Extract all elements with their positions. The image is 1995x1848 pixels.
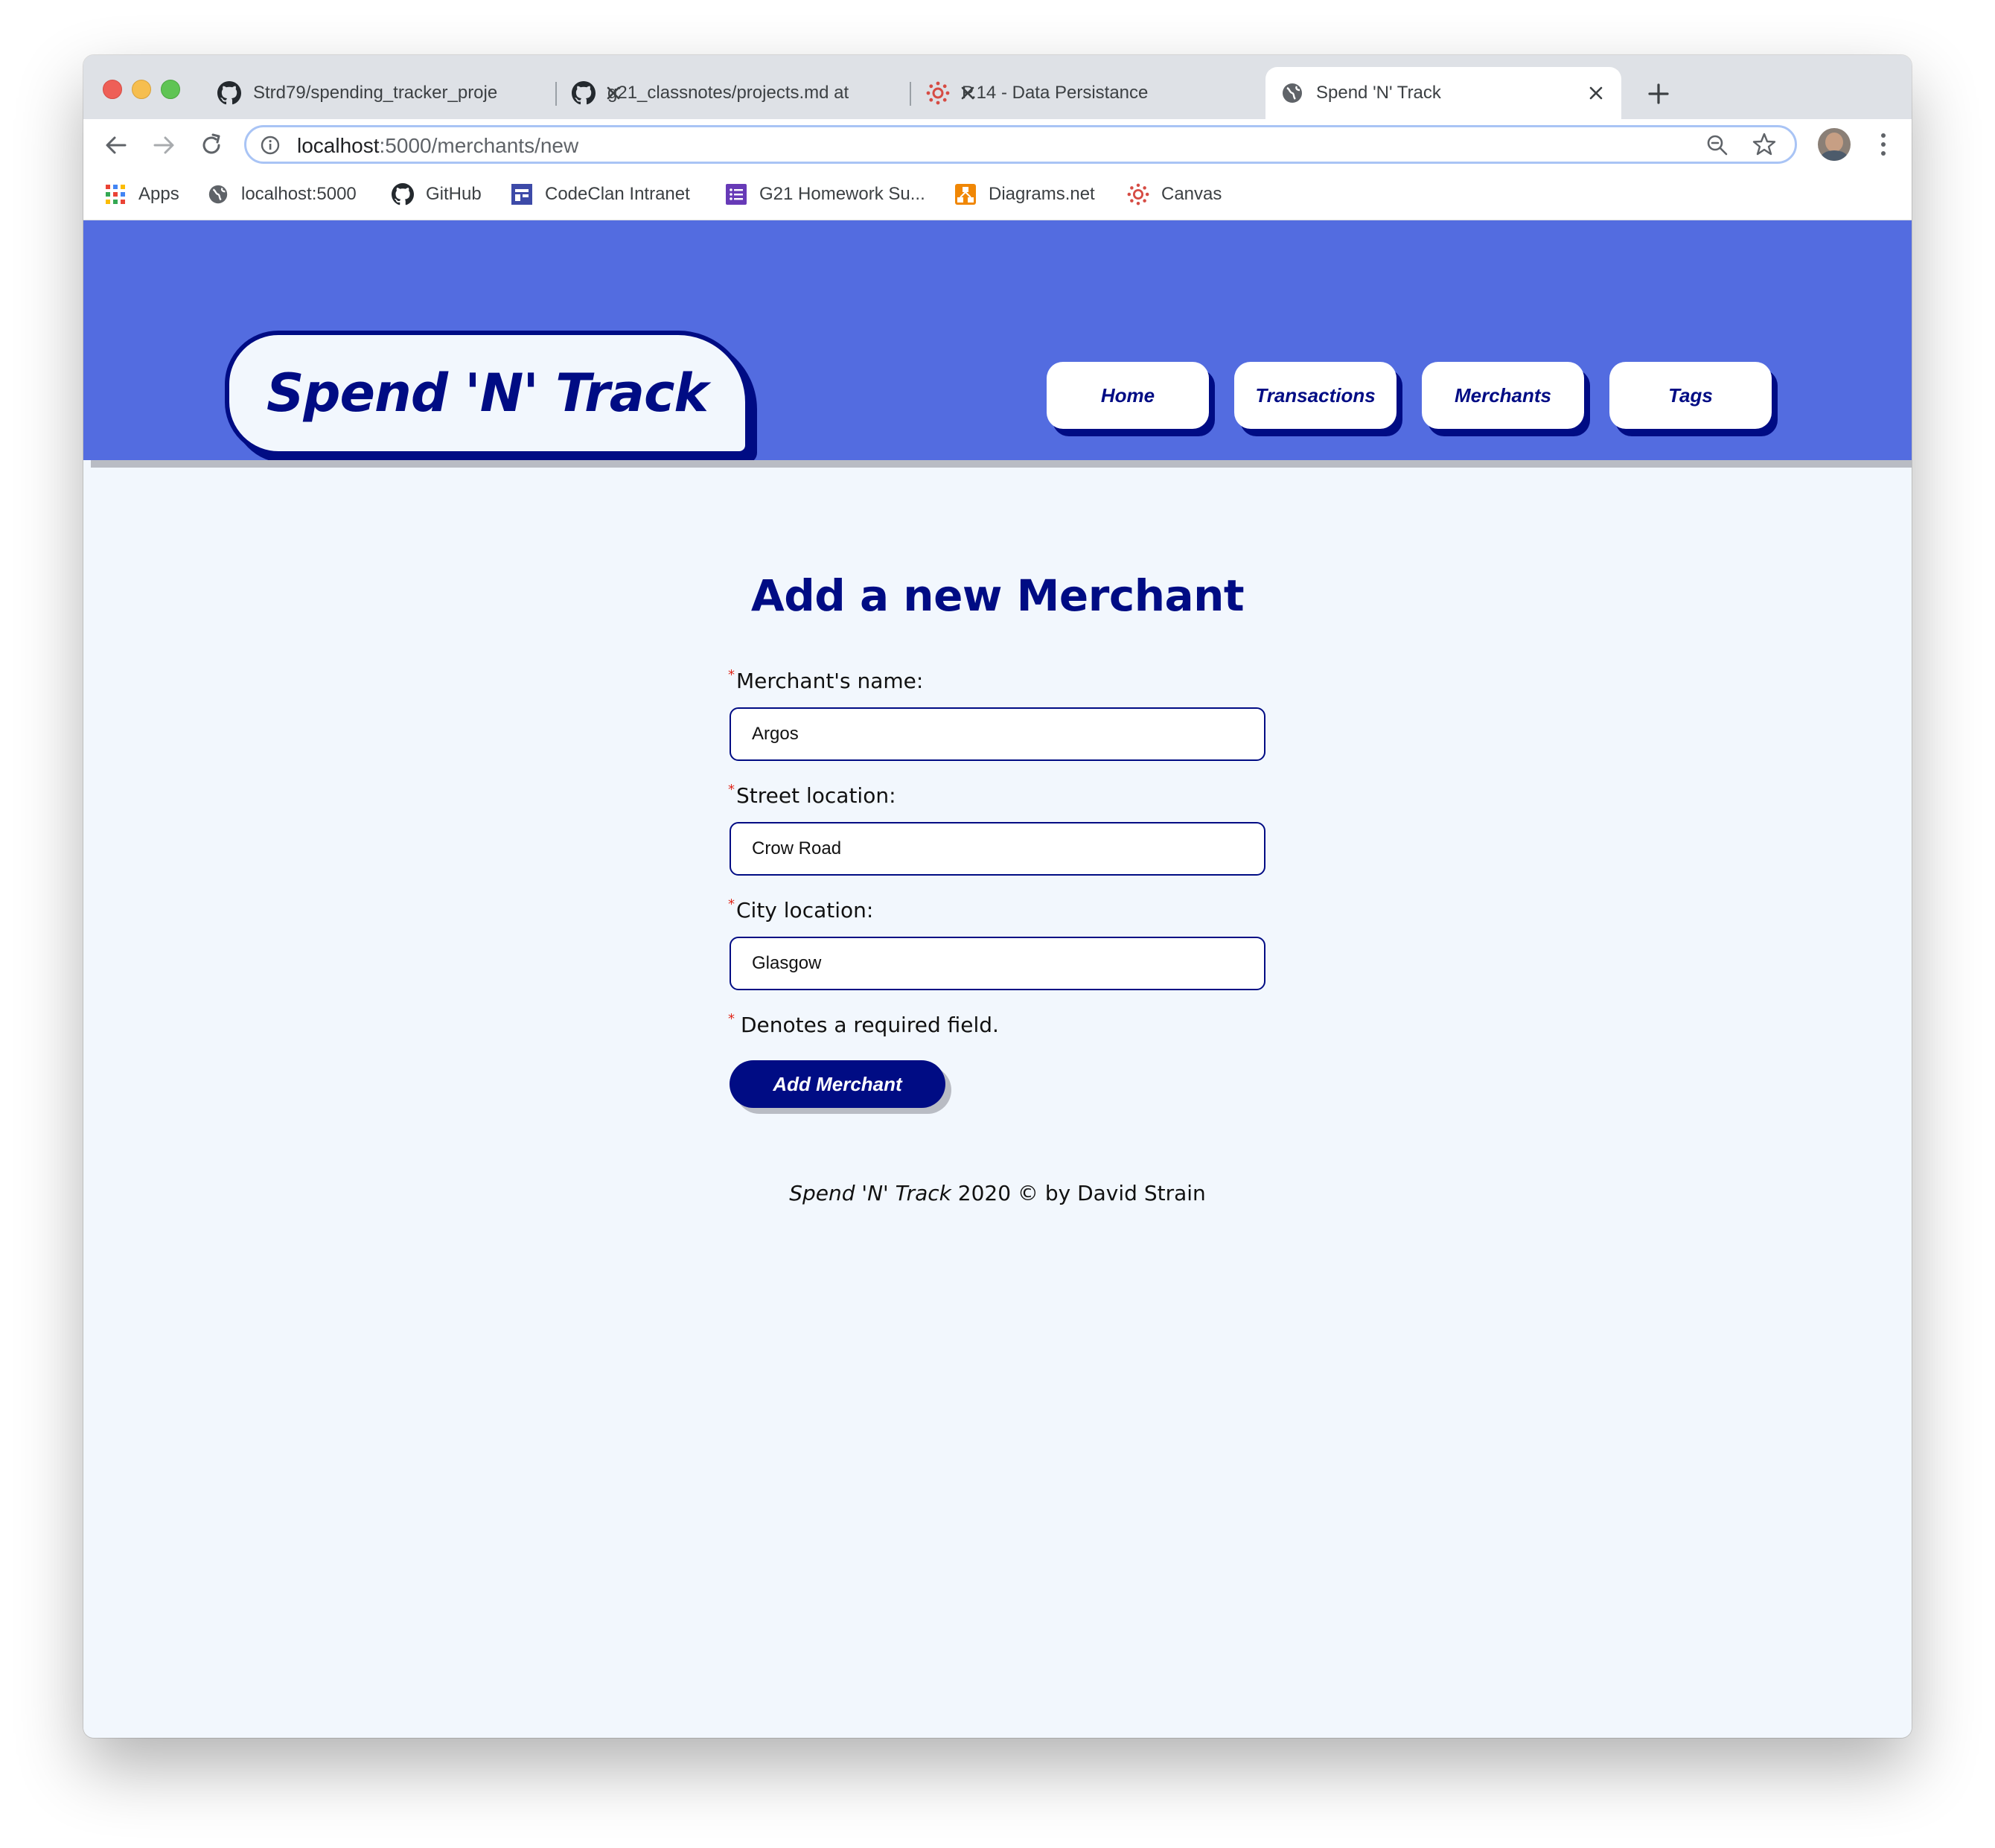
diagrams-icon xyxy=(955,184,976,205)
new-tab-icon[interactable] xyxy=(1644,79,1673,109)
bookmark-label: localhost:5000 xyxy=(241,184,357,204)
close-icon[interactable] xyxy=(1586,83,1606,103)
bookmark-label: Apps xyxy=(138,184,179,204)
city-location-label: *City location: xyxy=(728,896,874,923)
kebab-menu-icon[interactable] xyxy=(1877,130,1889,159)
header-divider xyxy=(91,460,1912,468)
tab-title: Strd79/spending_tracker_proje xyxy=(253,83,498,103)
minimize-window-button[interactable] xyxy=(132,80,151,99)
bookmark-codeclan-intranet[interactable]: CodeClan Intranet xyxy=(511,183,690,205)
tab-strip: Strd79/spending_tracker_proje g21_classn… xyxy=(83,55,1912,119)
address-bar[interactable]: localhost:5000/merchants/new xyxy=(244,125,1797,164)
bookmarks-bar: Apps localhost:5000 GitHub CodeClan Intr… xyxy=(83,171,1912,220)
zoom-window-button[interactable] xyxy=(161,80,180,99)
apps-grid-icon xyxy=(106,185,125,204)
bookmark-g21-homework[interactable]: G21 Homework Su... xyxy=(725,183,925,205)
site-footer: Spend 'N' Track 2020 © by David Strain xyxy=(83,1181,1912,1205)
forms-icon xyxy=(726,184,747,205)
nav-merchants: Merchants xyxy=(1422,362,1590,436)
bookmark-localhost[interactable]: localhost:5000 xyxy=(207,183,357,205)
info-icon[interactable] xyxy=(260,135,281,156)
bookmark-label: Diagrams.net xyxy=(989,184,1095,204)
url-text: localhost:5000/merchants/new xyxy=(297,134,578,158)
profile-avatar[interactable] xyxy=(1818,128,1851,161)
browser-window: Strd79/spending_tracker_proje g21_classn… xyxy=(83,55,1912,1738)
nav-tags-button[interactable]: Tags xyxy=(1609,362,1772,429)
required-marker: * xyxy=(728,1011,735,1027)
close-window-button[interactable] xyxy=(103,80,122,99)
bookmark-label: Canvas xyxy=(1161,184,1222,204)
bookmark-label: G21 Homework Su... xyxy=(759,184,925,204)
github-icon xyxy=(392,183,414,205)
tab-spend-n-track[interactable]: Spend 'N' Track xyxy=(1265,67,1621,119)
reload-icon[interactable] xyxy=(197,130,226,160)
footer-text: 2020 © by David Strain xyxy=(951,1181,1206,1205)
bookmark-apps[interactable]: Apps xyxy=(104,183,179,205)
zoom-icon[interactable] xyxy=(1705,133,1729,157)
add-merchant-button[interactable]: Add Merchant xyxy=(730,1060,945,1108)
required-field-note-text: Denotes a required field. xyxy=(741,1013,999,1037)
canvas-icon xyxy=(926,81,950,105)
required-field-note: * Denotes a required field. xyxy=(728,1011,999,1037)
required-marker: * xyxy=(728,782,735,797)
nav-home-button[interactable]: Home xyxy=(1047,362,1209,429)
globe-icon xyxy=(208,185,228,204)
back-arrow-icon[interactable] xyxy=(101,130,131,160)
site-logo[interactable]: Spend 'N' Track xyxy=(225,331,750,456)
page-content: Spend 'N' Track Home Transactions Mercha… xyxy=(83,220,1912,1738)
bookmark-canvas[interactable]: Canvas xyxy=(1127,183,1222,205)
street-location-label-text: Street location: xyxy=(736,783,896,808)
footer-brand: Spend 'N' Track xyxy=(789,1181,951,1205)
street-location-input[interactable] xyxy=(730,822,1265,876)
tab-title: Spend 'N' Track xyxy=(1316,83,1441,103)
nav-transactions-button[interactable]: Transactions xyxy=(1234,362,1396,429)
tab-title: P.14 - Data Persistance xyxy=(962,83,1149,103)
browser-toolbar: localhost:5000/merchants/new xyxy=(83,119,1912,171)
street-location-label: *Street location: xyxy=(728,782,896,808)
nav-merchants-button[interactable]: Merchants xyxy=(1422,362,1584,429)
nav-tags: Tags xyxy=(1609,362,1778,436)
required-marker: * xyxy=(728,667,735,683)
canvas-icon xyxy=(1127,183,1149,205)
tab-title: g21_classnotes/projects.md at xyxy=(607,83,849,103)
url-host: localhost xyxy=(297,134,380,157)
bookmark-diagrams[interactable]: Diagrams.net xyxy=(954,183,1095,205)
nav-transactions: Transactions xyxy=(1234,362,1402,436)
bookmark-github[interactable]: GitHub xyxy=(392,183,482,205)
forward-arrow-icon[interactable] xyxy=(149,130,179,160)
bookmark-star-icon[interactable] xyxy=(1752,132,1777,157)
intranet-icon xyxy=(511,184,532,205)
site-header: Spend 'N' Track Home Transactions Mercha… xyxy=(83,220,1912,463)
url-path: :5000/merchants/new xyxy=(379,134,579,157)
github-icon xyxy=(217,81,241,105)
bookmark-label: GitHub xyxy=(426,184,482,204)
merchant-name-label: *Merchant's name: xyxy=(728,667,924,693)
nav-home: Home xyxy=(1047,362,1215,436)
github-icon xyxy=(572,81,596,105)
screenshot-stage: Strd79/spending_tracker_proje g21_classn… xyxy=(0,0,1995,1848)
city-location-input[interactable] xyxy=(730,937,1265,990)
required-marker: * xyxy=(728,896,735,912)
merchant-name-input[interactable] xyxy=(730,707,1265,761)
bookmark-label: CodeClan Intranet xyxy=(545,184,690,204)
page-title: Add a new Merchant xyxy=(750,570,1245,621)
merchant-name-label-text: Merchant's name: xyxy=(736,669,924,693)
logo-text: Spend 'N' Track xyxy=(266,363,709,424)
globe-icon xyxy=(1283,83,1302,103)
city-location-label-text: City location: xyxy=(736,898,874,923)
